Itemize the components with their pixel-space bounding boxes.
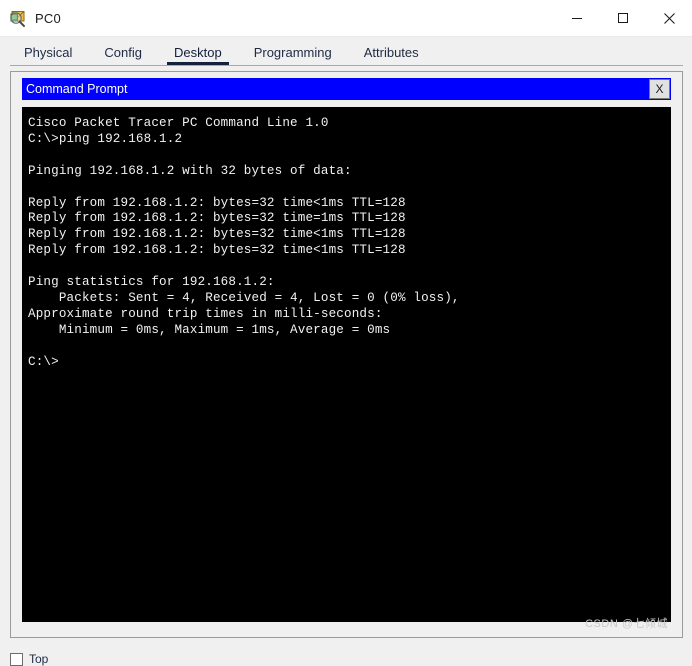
top-checkbox[interactable] <box>10 652 23 666</box>
titlebar-left-group: PC0 <box>0 8 61 28</box>
maximize-button[interactable] <box>600 0 646 36</box>
minimize-button[interactable] <box>554 0 600 36</box>
terminal-output[interactable]: Cisco Packet Tracer PC Command Line 1.0 … <box>22 107 671 622</box>
command-prompt-title: Command Prompt <box>26 82 128 96</box>
command-prompt-close-button[interactable]: X <box>649 79 670 99</box>
command-prompt-panel: Command Prompt X Cisco Packet Tracer PC … <box>10 71 683 638</box>
packet-tracer-pc-icon <box>7 8 27 28</box>
tab-desktop[interactable]: Desktop <box>166 45 230 66</box>
command-prompt-titlebar: Command Prompt X <box>22 78 671 100</box>
window-title: PC0 <box>35 10 61 26</box>
tab-attributes[interactable]: Attributes <box>356 45 427 66</box>
tab-config[interactable]: Config <box>96 45 150 66</box>
window-titlebar: PC0 <box>0 0 692 37</box>
tab-programming[interactable]: Programming <box>246 45 340 66</box>
desktop-tab-content: Command Prompt X Cisco Packet Tracer PC … <box>0 66 692 666</box>
close-button[interactable] <box>646 0 692 36</box>
tab-physical[interactable]: Physical <box>16 45 80 66</box>
always-on-top-row: Top <box>10 652 48 666</box>
device-tabbar: Physical Config Desktop Programming Attr… <box>0 37 692 66</box>
top-checkbox-label: Top <box>29 652 49 666</box>
pc0-device-window: PC0 Physical Config Desktop Programming … <box>0 0 692 666</box>
window-controls <box>554 0 692 36</box>
